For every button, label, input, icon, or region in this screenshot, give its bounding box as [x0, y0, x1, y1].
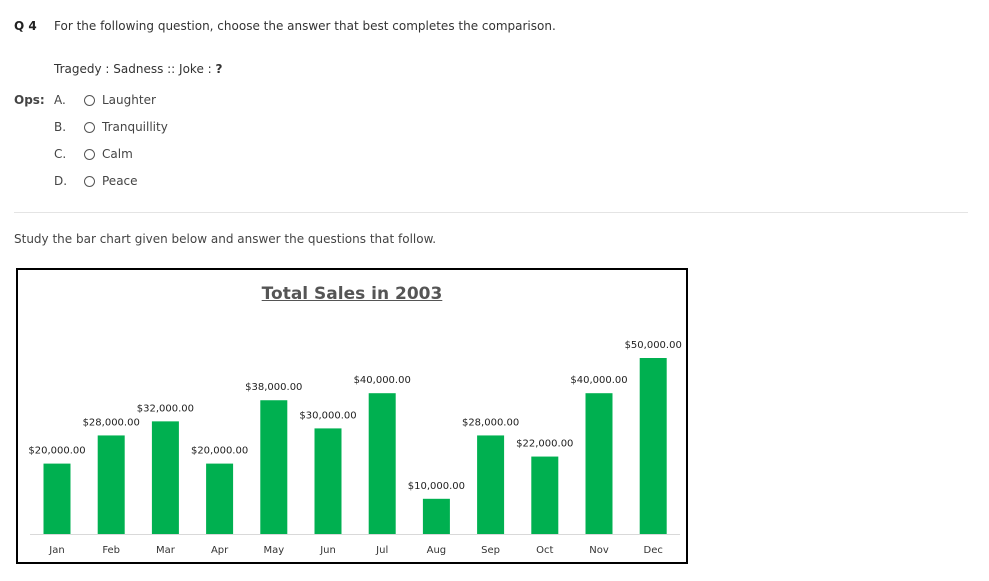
x-tick-jul: Jul	[375, 545, 388, 556]
x-tick-dec: Dec	[644, 545, 663, 556]
x-tick-nov: Nov	[589, 545, 609, 556]
bar-aug	[422, 498, 450, 534]
bar-jan	[43, 463, 71, 534]
bar-jun	[314, 428, 342, 534]
bar-oct	[531, 456, 559, 534]
x-tick-mar: Mar	[156, 545, 176, 556]
x-tick-sep: Sep	[481, 545, 500, 556]
x-tick-apr: Apr	[211, 545, 229, 556]
x-tick-aug: Aug	[427, 545, 447, 556]
bar-nov	[585, 393, 613, 534]
data-label-may: $38,000.00	[245, 382, 302, 393]
x-tick-jan: Jan	[48, 545, 64, 556]
x-tick-may: May	[263, 545, 284, 556]
data-label-sep: $28,000.00	[462, 417, 519, 428]
bar-jul	[368, 393, 396, 534]
bar-sep	[477, 435, 505, 534]
bar-feb	[97, 435, 125, 534]
data-label-dec: $50,000.00	[625, 340, 682, 351]
bar-chart: $20,000.00 Jan $28,000.00 Feb $32,000.00 Mar $…	[28, 340, 682, 556]
x-tick-jun: Jun	[319, 545, 336, 556]
data-label-apr: $20,000.00	[191, 446, 248, 457]
data-label-jul: $40,000.00	[354, 375, 411, 386]
data-label-oct: $22,000.00	[516, 439, 573, 450]
bar-may	[260, 400, 288, 534]
bar-dec	[639, 358, 667, 534]
bar-mar	[151, 421, 179, 534]
data-label-aug: $10,000.00	[408, 481, 465, 492]
x-tick-feb: Feb	[102, 545, 120, 556]
bar-apr	[206, 463, 234, 534]
x-tick-oct: Oct	[536, 545, 553, 556]
data-label-nov: $40,000.00	[570, 375, 627, 386]
data-label-jun: $30,000.00	[299, 410, 356, 421]
data-label-jan: $20,000.00	[28, 446, 85, 457]
data-label-mar: $32,000.00	[137, 403, 194, 414]
data-label-feb: $28,000.00	[83, 417, 140, 428]
